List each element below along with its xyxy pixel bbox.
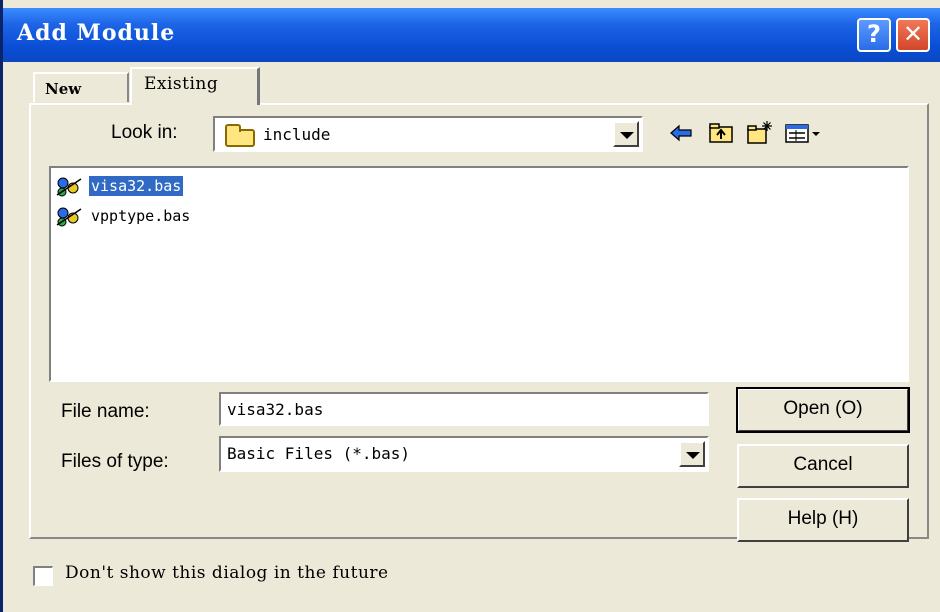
file-item-vpptype[interactable]: vpptype.bas (53, 204, 253, 230)
files-of-type-label: Files of type: (61, 451, 169, 472)
dont-show-checkbox[interactable] (33, 566, 53, 586)
back-arrow-icon[interactable] (667, 119, 695, 147)
look-in-combo[interactable]: include (213, 116, 643, 152)
help-title-button[interactable]: ? (857, 18, 891, 52)
look-in-value: include (263, 125, 331, 144)
folder-icon (225, 124, 255, 147)
dont-show-label: Don't show this dialog in the future (65, 563, 389, 583)
open-button[interactable]: Open (O) (736, 387, 910, 433)
up-folder-icon[interactable] (707, 119, 735, 147)
close-button[interactable]: ✕ (896, 18, 930, 52)
file-name-text: vpptype.bas (91, 207, 191, 225)
view-menu-icon[interactable] (783, 119, 823, 147)
add-module-dialog: Add Module ? ✕ New Existing Look in: inc… (0, 0, 940, 612)
files-of-type-dropdown-button[interactable] (679, 441, 705, 467)
vb-module-icon (56, 177, 82, 197)
new-folder-icon[interactable] (745, 119, 773, 147)
tab-new[interactable]: New (33, 72, 129, 102)
tab-existing[interactable]: Existing (130, 67, 260, 105)
file-list[interactable]: visa32.bas vpptype.bas (49, 166, 909, 382)
window-title: Add Module (17, 20, 176, 46)
look-in-label: Look in: (111, 122, 178, 143)
files-of-type-combo[interactable]: Basic Files (*.bas) (219, 436, 709, 472)
cancel-button[interactable]: Cancel (737, 444, 909, 488)
file-name-text: visa32.bas (89, 176, 184, 196)
file-name-label: File name: (61, 401, 150, 422)
vb-module-icon (56, 207, 82, 227)
files-of-type-value: Basic Files (*.bas) (227, 444, 411, 463)
file-item-visa32[interactable]: visa32.bas (53, 174, 233, 200)
file-name-input[interactable]: visa32.bas (219, 392, 709, 426)
title-bar[interactable]: Add Module ? ✕ (3, 8, 940, 62)
help-button[interactable]: Help (H) (737, 498, 909, 542)
look-in-dropdown-button[interactable] (613, 121, 639, 147)
file-name-value: visa32.bas (227, 400, 324, 419)
